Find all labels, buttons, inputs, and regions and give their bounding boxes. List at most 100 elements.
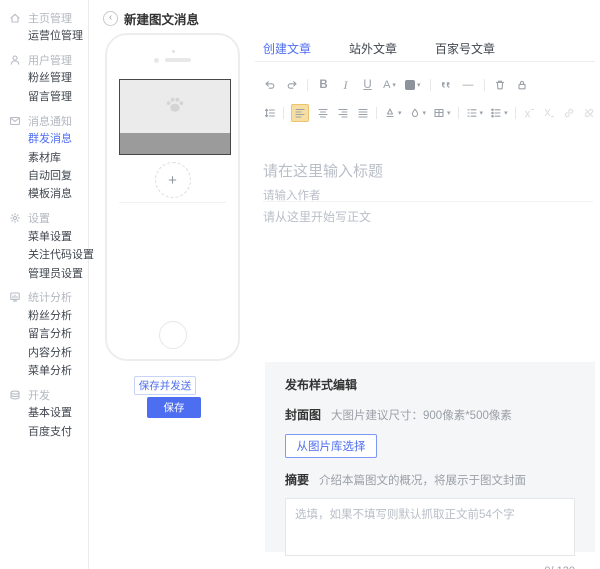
toolbar-separator bbox=[283, 107, 284, 119]
italic-icon[interactable]: I bbox=[339, 76, 352, 94]
underline-icon[interactable]: U bbox=[361, 76, 374, 94]
tab-create-article[interactable]: 创建文章 bbox=[263, 40, 311, 66]
editor-toolbar-row2: ▾ ▾ ▾ ▾ ▾ bbox=[263, 104, 600, 122]
summary-label: 摘要 bbox=[285, 471, 309, 488]
sidebar-item-banner-mgmt[interactable]: 运营位管理 bbox=[0, 27, 88, 45]
sidebar-item-fans-mgmt[interactable]: 粉丝管理 bbox=[0, 69, 88, 87]
trash-icon[interactable] bbox=[494, 76, 507, 94]
sidebar-item-comment-mgmt[interactable]: 留言管理 bbox=[0, 88, 88, 106]
toolbar-separator bbox=[307, 79, 308, 91]
chart-icon bbox=[9, 291, 21, 303]
toolbar-separator bbox=[376, 107, 377, 119]
undo-icon[interactable] bbox=[263, 76, 276, 94]
insert-color-icon[interactable]: ▾ bbox=[409, 104, 427, 122]
body-editor[interactable]: 请从这里开始写正文 bbox=[263, 208, 371, 225]
paw-icon bbox=[164, 95, 186, 119]
sidebar-item-basic-settings[interactable]: 基本设置 bbox=[0, 404, 88, 422]
article-tabs: 创建文章 站外文章 百家号文章 bbox=[263, 40, 495, 66]
sidebar-item-material-library[interactable]: 素材库 bbox=[0, 149, 88, 167]
link-icon bbox=[563, 104, 576, 122]
sidebar-header-label: 开发 bbox=[28, 387, 50, 403]
sidebar-header-home: 主页管理 bbox=[0, 8, 88, 27]
font-color-icon[interactable]: A▾ bbox=[383, 76, 396, 94]
article-cover-card[interactable] bbox=[119, 79, 231, 155]
sidebar-item-baidu-pay[interactable]: 百度支付 bbox=[0, 423, 88, 441]
dev-icon bbox=[9, 389, 21, 401]
tab-external-article[interactable]: 站外文章 bbox=[349, 40, 397, 66]
cover-title-bar bbox=[120, 133, 230, 154]
plus-icon: + bbox=[168, 173, 177, 188]
sidebar-item-auto-reply[interactable]: 自动回复 bbox=[0, 167, 88, 185]
toolbar-separator bbox=[430, 79, 431, 91]
table-icon[interactable]: ▾ bbox=[433, 104, 451, 122]
format-paint-icon[interactable]: ▾ bbox=[384, 104, 402, 122]
phone-camera-dot bbox=[172, 50, 175, 53]
redo-icon[interactable] bbox=[285, 76, 298, 94]
sidebar-item-mass-message[interactable]: 群发消息 bbox=[0, 130, 88, 148]
tabs-divider bbox=[255, 61, 595, 62]
user-icon bbox=[9, 54, 21, 66]
publish-style-panel: 发布样式编辑 封面图 大图片建议尺寸：900像素*500像素 从图片库选择 摘要… bbox=[265, 362, 595, 552]
back-icon[interactable]: ‹ bbox=[103, 11, 118, 26]
phone-speaker-bar bbox=[165, 58, 191, 62]
align-center-icon[interactable] bbox=[316, 104, 329, 122]
summary-row: 摘要 介绍本篇图文的概况，将展示于图文封面 bbox=[285, 471, 575, 488]
superscript-icon bbox=[523, 104, 536, 122]
phone-front-camera bbox=[154, 58, 159, 63]
summary-hint: 介绍本篇图文的概况，将展示于图文封面 bbox=[319, 472, 526, 488]
sidebar-item-admin-settings[interactable]: 管理员设置 bbox=[0, 265, 88, 283]
align-left-icon[interactable] bbox=[291, 104, 309, 122]
sidebar-item-comment-analytics[interactable]: 留言分析 bbox=[0, 325, 88, 343]
sidebar-header-analytics: 统计分析 bbox=[0, 288, 88, 307]
sidebar-item-fans-analytics[interactable]: 粉丝分析 bbox=[0, 307, 88, 325]
choose-from-gallery-button[interactable]: 从图片库选择 bbox=[285, 434, 377, 458]
page-title: 新建图文消息 bbox=[124, 9, 199, 28]
sidebar-header-dev: 开发 bbox=[0, 385, 88, 404]
bg-color-icon[interactable]: ▾ bbox=[405, 76, 421, 94]
sidebar-item-follow-code-settings[interactable]: 关注代码设置 bbox=[0, 246, 88, 264]
cover-size-hint: 大图片建议尺寸：900像素*500像素 bbox=[331, 407, 512, 423]
align-right-icon[interactable] bbox=[336, 104, 349, 122]
cover-image-placeholder bbox=[120, 80, 230, 134]
sidebar-section-users: 用户管理 粉丝管理 留言管理 bbox=[0, 50, 88, 106]
sidebar-item-content-analytics[interactable]: 内容分析 bbox=[0, 344, 88, 362]
bold-icon[interactable]: B bbox=[317, 76, 330, 94]
sidebar-item-menu-analytics[interactable]: 菜单分析 bbox=[0, 362, 88, 380]
tab-baijiahao-article[interactable]: 百家号文章 bbox=[435, 40, 495, 66]
phone-home-button bbox=[159, 321, 187, 349]
phone-divider bbox=[119, 202, 226, 203]
sidebar-header-settings: 设置 bbox=[0, 209, 88, 228]
message-icon bbox=[9, 115, 21, 127]
horizontal-rule-icon[interactable]: — bbox=[462, 76, 475, 94]
editor-divider bbox=[263, 201, 593, 202]
summary-textarea[interactable] bbox=[285, 498, 575, 556]
quote-icon[interactable] bbox=[440, 76, 453, 94]
sidebar-item-template-message[interactable]: 模板消息 bbox=[0, 185, 88, 203]
phone-preview: + bbox=[105, 33, 240, 361]
sidebar-header-label: 主页管理 bbox=[28, 10, 72, 26]
page-header: ‹ 新建图文消息 bbox=[103, 9, 199, 28]
sidebar-item-menu-settings[interactable]: 菜单设置 bbox=[0, 228, 88, 246]
sidebar-section-dev: 开发 基本设置 百度支付 bbox=[0, 385, 88, 441]
home-icon bbox=[9, 12, 21, 24]
toolbar-separator bbox=[515, 107, 516, 119]
lock-icon[interactable] bbox=[516, 76, 529, 94]
sidebar-header-label: 统计分析 bbox=[28, 289, 72, 305]
add-article-button[interactable]: + bbox=[155, 162, 191, 198]
sidebar-header-users: 用户管理 bbox=[0, 50, 88, 69]
unordered-list-icon[interactable]: ▾ bbox=[490, 104, 508, 122]
sidebar-header-label: 设置 bbox=[28, 210, 50, 226]
sidebar-header-messages: 消息通知 bbox=[0, 111, 88, 130]
subscript-icon bbox=[543, 104, 556, 122]
line-height-icon[interactable] bbox=[263, 104, 276, 122]
gear-icon bbox=[9, 212, 21, 224]
toolbar-separator bbox=[484, 79, 485, 91]
cover-label: 封面图 bbox=[285, 406, 321, 423]
save-button[interactable]: 保存 bbox=[147, 397, 201, 418]
sidebar-section-messages: 消息通知 群发消息 素材库 自动回复 模板消息 bbox=[0, 111, 88, 204]
title-input[interactable]: 请在这里输入标题 bbox=[263, 160, 383, 181]
align-justify-icon[interactable] bbox=[356, 104, 369, 122]
save-and-send-button[interactable]: 保存并发送 bbox=[134, 376, 196, 395]
ordered-list-icon[interactable]: ▾ bbox=[466, 104, 484, 122]
publish-panel-title: 发布样式编辑 bbox=[285, 376, 575, 393]
